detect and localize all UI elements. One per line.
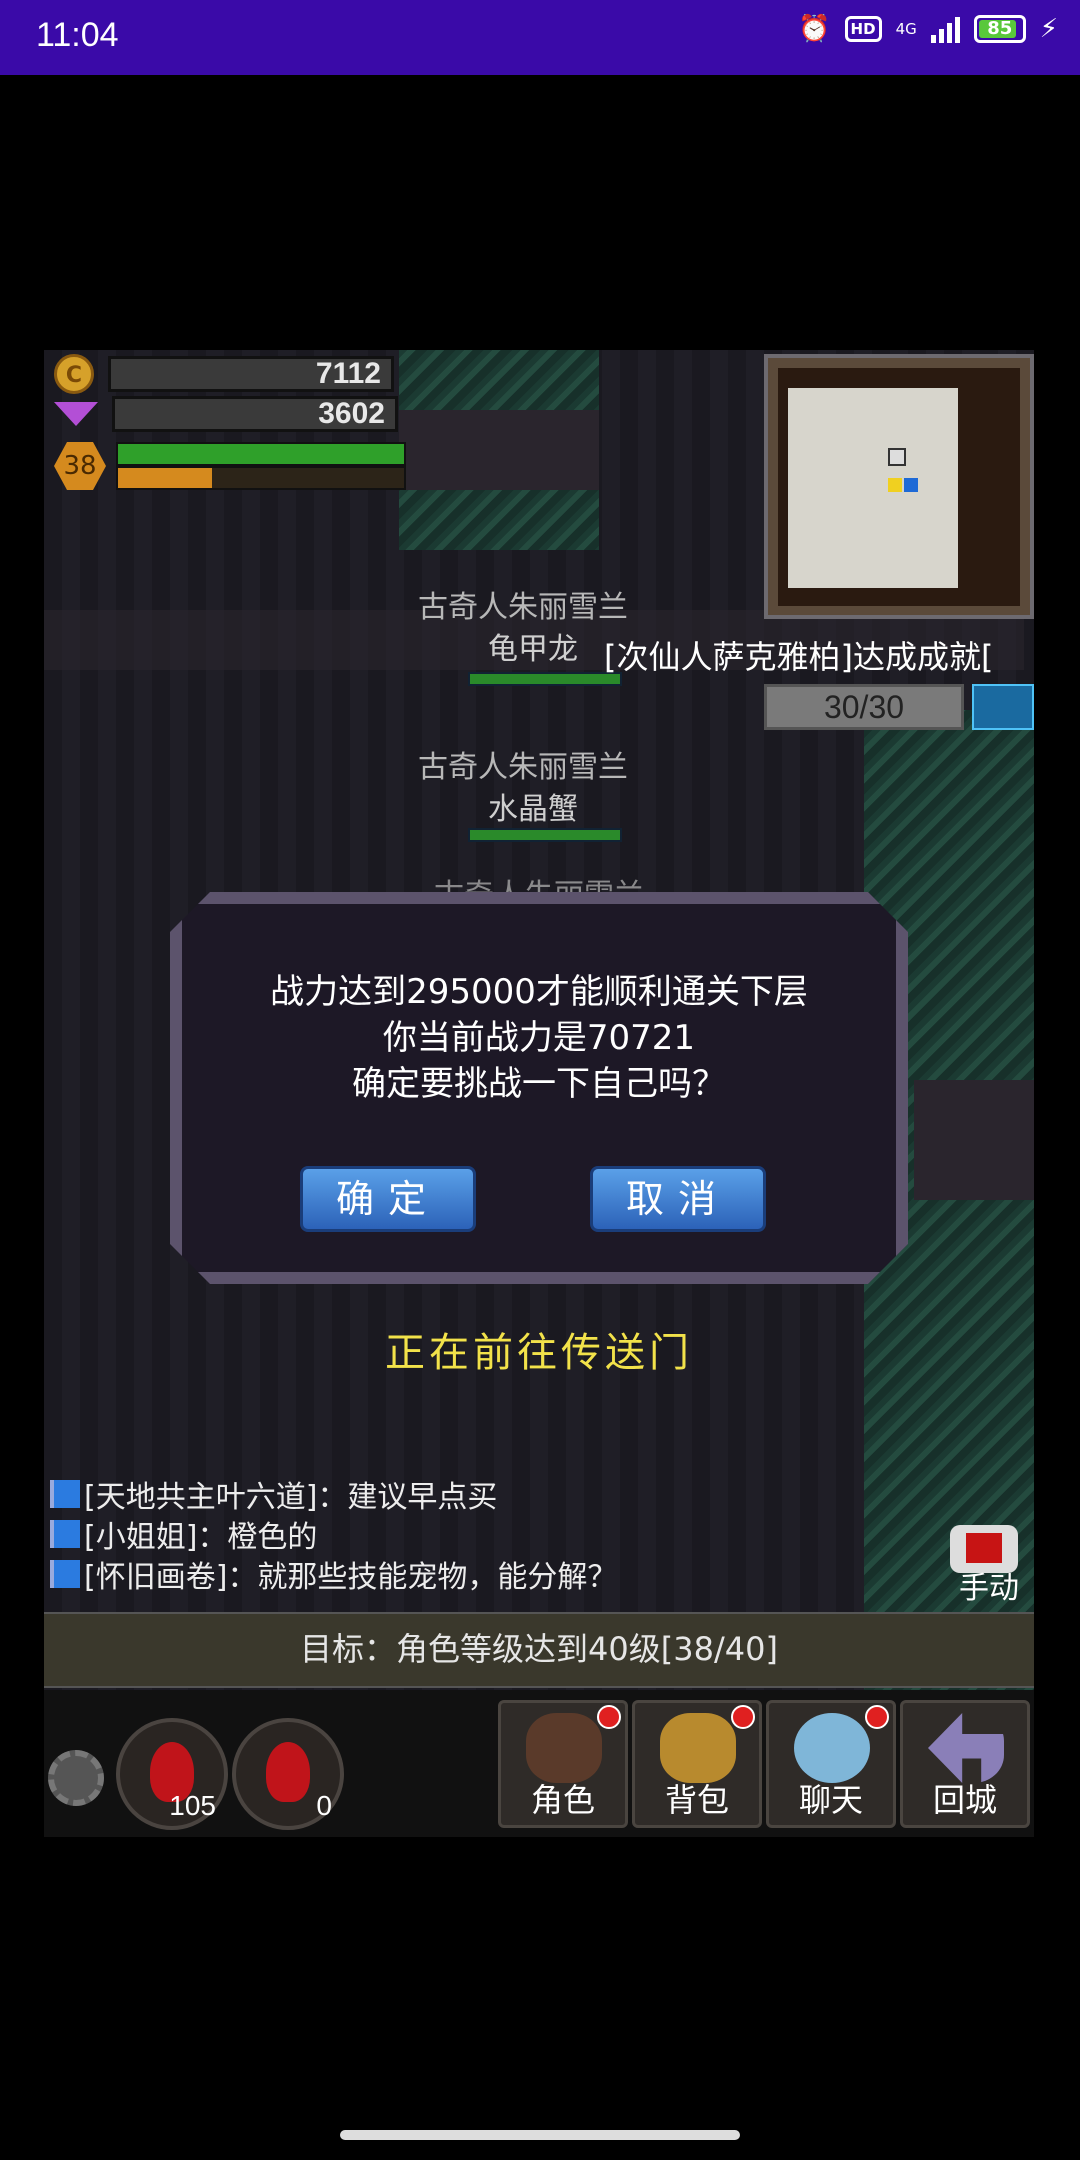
return-arrow-icon: [928, 1713, 1004, 1783]
achievement-announcement: [次仙人萨克雅柏]达成成就[: [604, 638, 994, 676]
rock-wall: [399, 410, 599, 490]
dialog-line-2: 你当前战力是70721: [382, 1018, 696, 1058]
hp-potion-slot[interactable]: 105: [116, 1718, 228, 1830]
battery-level: 85: [987, 18, 1013, 39]
hp-bar: [116, 442, 406, 466]
gem-value: 3602: [112, 396, 398, 432]
alarm-icon: ⏰: [798, 14, 831, 44]
hd-icon: HD: [844, 16, 882, 42]
mp-potion-count: 0: [316, 1790, 332, 1821]
quest-goal[interactable]: 目标：角色等级达到40级[38/40]: [44, 1612, 1034, 1688]
level-badge: 38: [54, 442, 106, 490]
notification-dot: [731, 1705, 755, 1729]
npc-title: 古奇人朱丽雪兰: [418, 750, 628, 785]
rock-wall: [914, 1080, 1034, 1200]
minimap-floor: [788, 388, 958, 588]
charging-icon: ⚡: [1039, 14, 1058, 44]
gear-icon[interactable]: [48, 1750, 104, 1806]
notification-dot: [597, 1705, 621, 1729]
coin-icon: C: [54, 354, 94, 394]
cancel-button[interactable]: 取消: [590, 1166, 766, 1232]
challenge-dialog: 战力达到295000才能顺利通关下层 你当前战力是70721 确定要挑战一下自己…: [170, 892, 908, 1284]
npc-hp-bar: [468, 828, 622, 842]
dialog-line-3: 确定要挑战一下自己吗？: [352, 1064, 726, 1104]
minimap[interactable]: [764, 354, 1034, 619]
player-marker: [888, 478, 902, 492]
mp-potion-slot[interactable]: 0: [232, 1718, 344, 1830]
minimap-area: [778, 368, 1020, 606]
record-icon: [966, 1533, 1002, 1563]
npc-title: 古奇人朱丽雪兰: [418, 590, 628, 625]
chat-button[interactable]: 聊天: [766, 1700, 896, 1828]
clock: 11:04: [36, 16, 119, 54]
level-row: 38: [54, 442, 106, 490]
bag-label: 背包: [664, 1781, 729, 1819]
chat-label: 聊天: [798, 1781, 863, 1819]
character-label: 角色: [530, 1781, 595, 1819]
signal-icon: [930, 15, 960, 43]
chat-message[interactable]: [怀旧画卷]：就那些技能宠物，能分解？: [50, 1552, 617, 1596]
chat-flag-icon: [50, 1520, 80, 1548]
gold-row: C 7112: [54, 354, 394, 394]
chat-bubble-icon: [794, 1713, 870, 1783]
gem-row: 3602: [54, 396, 398, 432]
chat-message[interactable]: [小姐姐]：橙色的: [50, 1512, 317, 1556]
network-label: 4G: [895, 19, 917, 38]
chat-flag-icon: [50, 1480, 80, 1508]
bag-icon: [660, 1713, 736, 1783]
npc-name[interactable]: 水晶蟹: [488, 784, 578, 828]
confirm-button[interactable]: 确定: [300, 1166, 476, 1232]
counter-display: 30/30: [764, 684, 964, 730]
return-city-button[interactable]: 回城: [900, 1700, 1030, 1828]
bottom-bar: 105 0 角色 背包 聊天 回城: [44, 1690, 1034, 1837]
gesture-bar[interactable]: [340, 2130, 740, 2140]
game-viewport[interactable]: C 7112 3602 38 古奇人朱丽雪兰 龟甲龙 [次仙人萨克雅柏]达成成就…: [44, 350, 1034, 1837]
battery-icon: 85: [973, 15, 1026, 43]
portal-icon[interactable]: [972, 684, 1034, 730]
chat-message[interactable]: [天地共主叶六道]：建议早点买: [50, 1472, 497, 1516]
return-label: 回城: [932, 1781, 997, 1819]
chat-flag-icon: [50, 1560, 80, 1588]
portal-marker: [904, 478, 918, 492]
hp-potion-count: 105: [169, 1790, 216, 1821]
gold-value: 7112: [108, 356, 394, 392]
auto-mode-label: 手动: [959, 1571, 1019, 1606]
npc-hp-bar: [468, 672, 622, 686]
character-icon: [526, 1713, 602, 1783]
character-button[interactable]: 角色: [498, 1700, 628, 1828]
mp-potion-icon: [266, 1742, 310, 1802]
xp-bar: [116, 466, 406, 490]
notification-dot: [865, 1705, 889, 1729]
status-icons: ⏰ HD 4G 85 ⚡: [798, 14, 1058, 44]
npc-name[interactable]: 龟甲龙: [488, 624, 578, 668]
status-bar: 11:04 ⏰ HD 4G 85 ⚡: [0, 0, 1080, 75]
bag-button[interactable]: 背包: [632, 1700, 762, 1828]
minimap-marker: [888, 448, 906, 466]
gem-icon: [54, 402, 98, 426]
travel-status: 正在前往传送门: [385, 1330, 693, 1376]
auto-mode-toggle[interactable]: 手动: [944, 1515, 1024, 1606]
dialog-line-1: 战力达到295000才能顺利通关下层: [270, 972, 808, 1012]
